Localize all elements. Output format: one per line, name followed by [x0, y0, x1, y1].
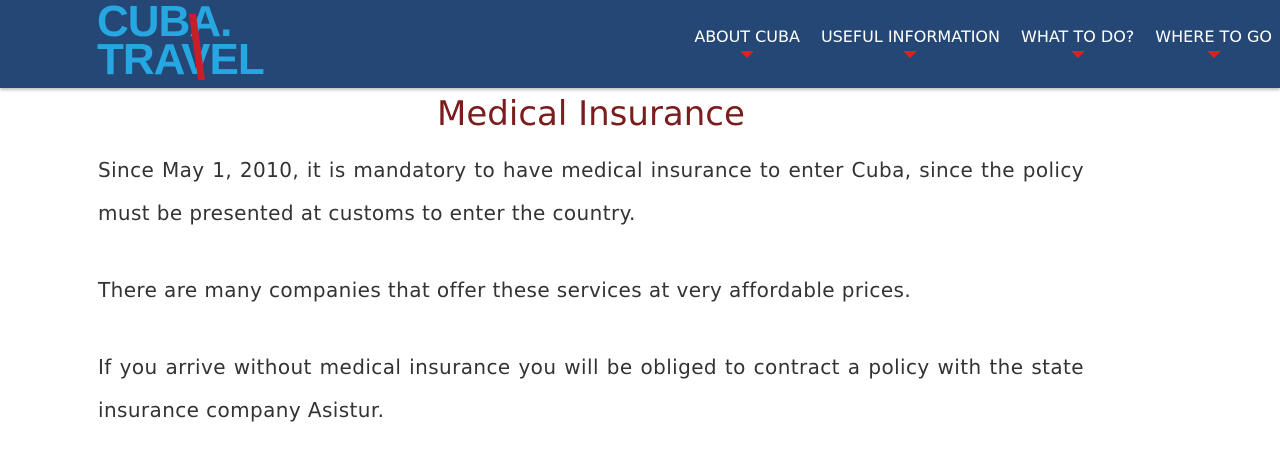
paragraph-companies: There are many companies that offer thes…	[98, 278, 912, 302]
site-header: CUBA. TRAVEL ABOUT CUBA USEFUL INFORMATI…	[0, 0, 1280, 88]
main-navigation: ABOUT CUBA USEFUL INFORMATION WHAT TO DO…	[673, 27, 1272, 58]
nav-item-label: WHAT TO DO?	[1021, 27, 1135, 46]
paragraph-mandatory-insurance: Since May 1, 2010, it is mandatory to ha…	[98, 158, 1084, 225]
nav-item-label: USEFUL INFORMATION	[820, 27, 1000, 46]
caret-down-icon	[1206, 51, 1221, 58]
caret-down-icon	[903, 51, 918, 58]
nav-item-what-to-do[interactable]: WHAT TO DO?	[1021, 27, 1135, 58]
nav-item-label: WHERE TO GO	[1155, 27, 1272, 46]
cuba-travel-logo[interactable]: CUBA. TRAVEL	[97, 0, 265, 86]
nav-item-label: ABOUT CUBA	[694, 27, 800, 46]
caret-down-icon	[740, 51, 755, 58]
logo-line-2: TRAVEL	[97, 35, 265, 84]
paragraph-asistur: If you arrive without medical insurance …	[98, 355, 1084, 422]
nav-item-about-cuba[interactable]: ABOUT CUBA	[694, 27, 800, 58]
nav-item-useful-information[interactable]: USEFUL INFORMATION	[820, 27, 1000, 58]
page-title: Medical Insurance	[437, 94, 745, 134]
main-content: Medical Insurance Since May 1, 2010, it …	[98, 88, 1084, 432]
nav-item-where-to-go[interactable]: WHERE TO GO	[1155, 27, 1272, 58]
caret-down-icon	[1070, 51, 1085, 58]
